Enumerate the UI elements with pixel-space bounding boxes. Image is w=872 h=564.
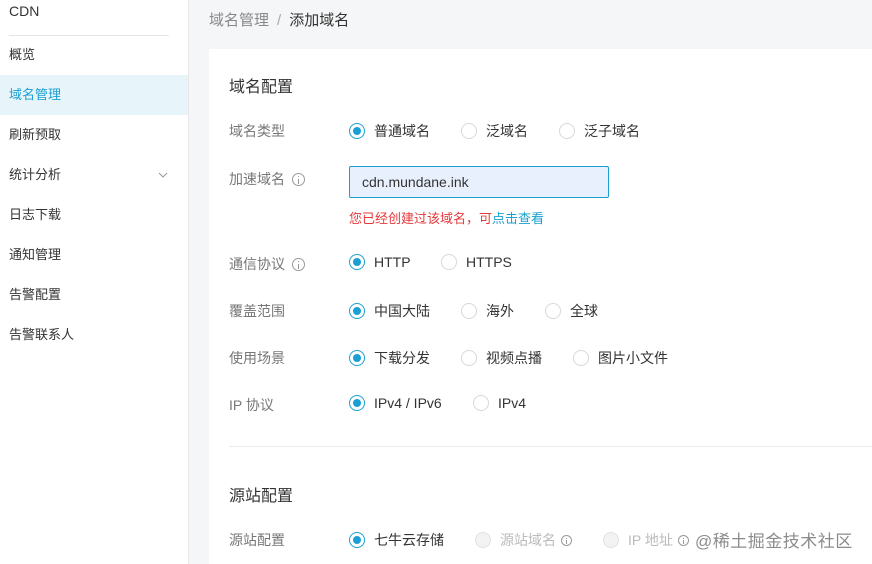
sidebar-item-alert-contacts[interactable]: 告警联系人 <box>0 315 188 355</box>
domain-error-message: 您已经创建过该域名，可点击查看 <box>349 208 544 227</box>
radio-label: IP 地址 <box>628 532 673 548</box>
sidebar-item-alert-config[interactable]: 告警配置 <box>0 275 188 315</box>
brand-title: CDN <box>9 3 40 19</box>
radio-label: 源站域名 <box>500 532 556 548</box>
section-divider <box>229 446 872 447</box>
radio-circle <box>603 532 619 548</box>
section-title-origin-config: 源站配置 <box>229 488 294 505</box>
section-title-domain-config: 域名配置 <box>229 79 294 96</box>
radio-circle <box>473 395 489 411</box>
info-icon[interactable] <box>561 534 572 546</box>
radio-label: IPv4 / IPv6 <box>374 395 442 411</box>
radio-https[interactable]: HTTPS <box>441 254 512 270</box>
radio-label: 泛子域名 <box>584 123 640 139</box>
sidebar-item-overview[interactable]: 概览 <box>0 35 188 75</box>
sidebar: CDN 概览 域名管理 刷新预取 统计分析 日志下载 通知管理 告警配置 告警联… <box>0 0 189 564</box>
radio-circle <box>349 254 365 270</box>
radio-label: 中国大陆 <box>374 303 430 319</box>
radio-label: IPv4 <box>498 395 527 411</box>
radio-circle <box>461 123 477 139</box>
radio-circle <box>441 254 457 270</box>
breadcrumb-current: 添加域名 <box>289 12 350 29</box>
error-text: 您已经创建过该域名， <box>349 211 480 226</box>
radio-label: 普通域名 <box>374 123 430 139</box>
info-icon[interactable] <box>292 257 305 271</box>
radio-wildcard-subdomain[interactable]: 泛子域名 <box>559 121 640 141</box>
radio-ipv4-ipv6[interactable]: IPv4 / IPv6 <box>349 395 442 411</box>
radio-regular-domain[interactable]: 普通域名 <box>349 121 430 141</box>
radio-http[interactable]: HTTP <box>349 254 411 270</box>
radio-ip-address[interactable]: IP 地址 <box>603 530 689 550</box>
label-text: 加速域名 <box>229 171 285 187</box>
accel-domain-label: 加速域名 <box>229 169 305 189</box>
radio-circle <box>475 532 491 548</box>
breadcrumb: 域名管理 / 添加域名 <box>209 9 349 30</box>
error-text-prefix: 可 <box>479 211 493 226</box>
info-icon[interactable] <box>677 534 689 546</box>
radio-label: 视频点播 <box>486 350 542 366</box>
radio-download[interactable]: 下载分发 <box>349 348 430 368</box>
radio-label: 泛域名 <box>486 123 528 139</box>
sidebar-item-domain-management[interactable]: 域名管理 <box>0 75 188 115</box>
sidebar-item-statistics[interactable]: 统计分析 <box>0 155 188 195</box>
radio-label: 七牛云存储 <box>374 532 444 548</box>
sidebar-item-label: 统计分析 <box>9 167 62 182</box>
radio-circle <box>461 350 477 366</box>
radio-label: 下载分发 <box>374 350 430 366</box>
protocol-label: 通信协议 <box>229 254 305 274</box>
info-icon[interactable] <box>292 172 305 186</box>
domain-type-label: 域名类型 <box>229 123 285 139</box>
sidebar-item-notifications[interactable]: 通知管理 <box>0 235 188 275</box>
coverage-label: 覆盖范围 <box>229 303 285 319</box>
radio-image-small-files[interactable]: 图片小文件 <box>573 348 668 368</box>
radio-label: HTTP <box>374 254 411 270</box>
view-domain-link[interactable]: 点击查看 <box>492 211 544 226</box>
radio-circle <box>349 350 365 366</box>
radio-circle <box>559 123 575 139</box>
config-panel: 域名配置 域名类型 普通域名 泛域名 泛子域名 加速域名 cdn.mundane… <box>209 49 872 564</box>
radio-circle <box>349 532 365 548</box>
sidebar-item-refresh-prefetch[interactable]: 刷新预取 <box>0 115 188 155</box>
watermark: @稀土掘金技术社区 <box>695 532 853 551</box>
radio-qiniu-storage[interactable]: 七牛云存储 <box>349 530 444 550</box>
radio-vod[interactable]: 视频点播 <box>461 348 542 368</box>
radio-circle <box>545 303 561 319</box>
ip-protocol-label: IP 协议 <box>229 397 274 413</box>
radio-circle <box>349 395 365 411</box>
origin-label: 源站配置 <box>229 532 285 548</box>
radio-label: HTTPS <box>466 254 512 270</box>
radio-circle <box>349 123 365 139</box>
scenario-label: 使用场景 <box>229 350 285 366</box>
radio-global[interactable]: 全球 <box>545 301 598 321</box>
radio-ipv4[interactable]: IPv4 <box>473 395 526 411</box>
radio-label: 全球 <box>570 303 598 319</box>
radio-wildcard-domain[interactable]: 泛域名 <box>461 121 528 141</box>
radio-circle <box>573 350 589 366</box>
radio-label: 图片小文件 <box>598 350 668 366</box>
accel-domain-input[interactable]: cdn.mundane.ink <box>349 166 609 198</box>
radio-mainland-china[interactable]: 中国大陆 <box>349 301 430 321</box>
breadcrumb-separator: / <box>277 12 282 29</box>
chevron-down-icon <box>158 172 168 178</box>
radio-label: 海外 <box>486 303 514 319</box>
radio-origin-domain[interactable]: 源站域名 <box>475 530 572 550</box>
radio-circle <box>461 303 477 319</box>
radio-circle <box>349 303 365 319</box>
radio-overseas[interactable]: 海外 <box>461 301 514 321</box>
breadcrumb-parent-link[interactable]: 域名管理 <box>209 12 269 29</box>
label-text: 通信协议 <box>229 256 285 272</box>
sidebar-item-log-download[interactable]: 日志下载 <box>0 195 188 235</box>
